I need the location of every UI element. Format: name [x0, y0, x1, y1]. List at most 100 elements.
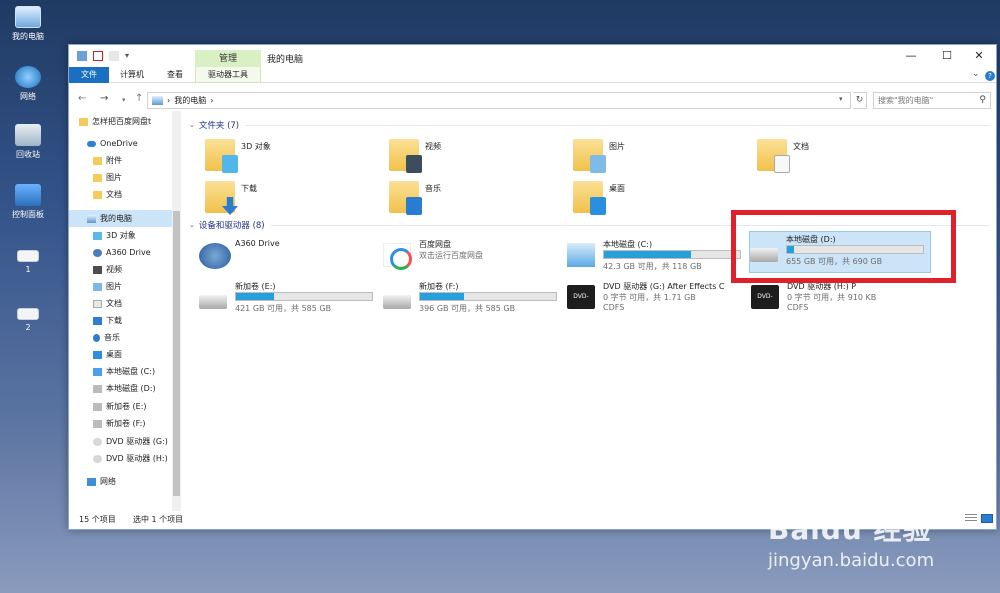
- folder-label: 图片: [609, 142, 625, 151]
- folder-icon: [79, 117, 88, 126]
- title-bar: ▾ 管理 我的电脑 — ☐ ✕: [69, 45, 996, 68]
- device-label: 新加卷 (E:): [235, 282, 276, 291]
- collapse-chevron-icon[interactable]: ⌄: [189, 221, 195, 229]
- customize-toolbar-icon[interactable]: ▾: [125, 51, 131, 61]
- nav-item-label: 本地磁盘 (C:): [106, 367, 156, 376]
- breadcrumb-separator: ›: [167, 96, 171, 105]
- folder-3d-objects[interactable]: 3D 对象: [205, 139, 365, 177]
- desktop-icon-1[interactable]: 1: [0, 250, 56, 274]
- properties-icon[interactable]: [77, 51, 87, 61]
- device-dvd-h[interactable]: DVD-ROM DVD 驱动器 (H:) P 0 字节 可用，共 910 KB …: [751, 279, 927, 324]
- device-a360-drive[interactable]: A360 Drive: [199, 237, 375, 279]
- recent-locations-icon[interactable]: ▾: [122, 96, 126, 104]
- desktop-icon-label: 回收站: [16, 150, 40, 159]
- close-button[interactable]: ✕: [969, 49, 989, 62]
- folder-downloads[interactable]: 下载: [205, 181, 365, 219]
- music-note-icon: [93, 333, 100, 342]
- context-tab-manage[interactable]: 管理: [195, 50, 261, 68]
- address-bar-row: ← → ▾ ↑ › 我的电脑 › ▾ ↻ 搜索"我的电脑" ⚲: [69, 91, 996, 111]
- refresh-button[interactable]: ↻: [853, 92, 867, 109]
- collapse-chevron-icon[interactable]: ⌄: [189, 121, 195, 129]
- device-drive-c[interactable]: 本地磁盘 (C:) 42.3 GB 可用，共 118 GB: [567, 237, 743, 279]
- download-icon: [93, 316, 102, 325]
- folder-music[interactable]: 音乐: [389, 181, 549, 219]
- device-drive-f[interactable]: 新加卷 (F:) 396 GB 可用，共 585 GB: [383, 279, 559, 321]
- dvd-drive-icon: [93, 454, 102, 463]
- device-status: 双击运行百度网盘: [419, 251, 483, 260]
- desktop-icon-network[interactable]: 网络: [0, 66, 56, 102]
- tiles-view-icon[interactable]: [981, 514, 993, 523]
- baidu-netdisk-icon: [383, 243, 412, 270]
- device-status: 0 字节 可用，共 910 KB: [787, 293, 877, 302]
- address-bar[interactable]: › 我的电脑 ›: [147, 92, 851, 109]
- desktop-icon-2[interactable]: 2: [0, 308, 56, 332]
- nav-item-label: 下载: [106, 316, 122, 325]
- device-status: 0 字节 可用，共 1.71 GB: [603, 293, 696, 302]
- content-pane: ⌄ 文件夹 (7) 3D 对象 视频 图片 文档 下载 音乐 桌面 ⌄ 设备和驱…: [181, 111, 997, 511]
- folder-icon: [93, 156, 102, 165]
- hard-drive-icon: [93, 419, 102, 428]
- capacity-fill: [604, 251, 692, 258]
- folder-videos[interactable]: 视频: [389, 139, 549, 177]
- nav-item-label: 本地磁盘 (D:): [106, 384, 156, 393]
- expand-ribbon-icon[interactable]: ⌄: [972, 69, 980, 79]
- item-count: 15 个项目: [79, 515, 116, 524]
- folder-documents[interactable]: 文档: [757, 139, 917, 177]
- tab-computer[interactable]: 计算机: [115, 67, 149, 83]
- recycle-bin-icon: [15, 124, 41, 146]
- divider: [245, 124, 989, 126]
- back-arrow-icon[interactable]: ←: [78, 93, 86, 104]
- tab-view[interactable]: 查看: [161, 67, 189, 83]
- breadcrumb-my-computer[interactable]: 我的电脑: [174, 95, 206, 106]
- desktop-icon-my-computer[interactable]: 我的电脑: [0, 6, 56, 42]
- device-filesystem: CDFS: [787, 303, 809, 312]
- device-dvd-g[interactable]: DVD-ROM DVD 驱动器 (G:) After Effects C 0 字…: [567, 279, 743, 324]
- folder-pictures[interactable]: 图片: [573, 139, 733, 177]
- nav-item-label: DVD 驱动器 (H:): [106, 454, 168, 463]
- device-filesystem: CDFS: [603, 303, 625, 312]
- annotation-highlight-box: [731, 210, 956, 283]
- address-dropdown-icon[interactable]: ▾: [839, 95, 843, 103]
- tab-file[interactable]: 文件: [69, 67, 109, 83]
- desktop-icon-recycle-bin[interactable]: 回收站: [0, 124, 56, 160]
- watermark-brand: Baidu 经验: [768, 513, 932, 546]
- hard-drive-icon: [93, 384, 102, 393]
- forward-arrow-icon[interactable]: →: [100, 93, 108, 104]
- minimize-button[interactable]: —: [901, 49, 921, 62]
- desktop-icon-label: 1: [25, 265, 31, 274]
- folder-label: 3D 对象: [241, 142, 271, 151]
- a360-icon: [93, 248, 102, 257]
- folder-label: 桌面: [609, 184, 625, 193]
- nav-item-label: 桌面: [106, 350, 122, 359]
- folder-desktop[interactable]: 桌面: [573, 181, 733, 219]
- details-view-icon[interactable]: [965, 514, 977, 523]
- group-header-label: 设备和驱动器 (8): [198, 221, 265, 231]
- network-icon: [87, 477, 96, 486]
- cube-icon: [222, 155, 238, 173]
- desktop-icon-control-panel[interactable]: 控制面板: [0, 184, 56, 220]
- picture-icon: [590, 155, 606, 173]
- watermark-url: jingyan.baidu.com: [768, 550, 935, 571]
- scrollbar-thumb[interactable]: [173, 211, 180, 496]
- help-icon[interactable]: ?: [985, 71, 995, 81]
- search-input[interactable]: 搜索"我的电脑" ⚲: [873, 92, 991, 109]
- nav-scrollbar[interactable]: [172, 111, 181, 511]
- folder-label: 音乐: [425, 184, 441, 193]
- folder-icon: [389, 139, 422, 173]
- quick-access-toolbar: ▾: [77, 51, 131, 61]
- nav-item-my-computer[interactable]: 我的电脑: [69, 210, 172, 227]
- hard-drive-icon: [383, 295, 411, 309]
- desktop-icon-label: 我的电脑: [12, 32, 44, 41]
- group-header-folders[interactable]: ⌄ 文件夹 (7): [189, 119, 989, 131]
- maximize-button[interactable]: ☐: [937, 49, 957, 62]
- device-drive-e[interactable]: 新加卷 (E:) 421 GB 可用，共 585 GB: [199, 279, 375, 321]
- capacity-fill: [236, 293, 275, 300]
- checkmark-icon[interactable]: [93, 51, 103, 61]
- up-arrow-icon[interactable]: ↑: [135, 93, 143, 104]
- nav-item-label: 3D 对象: [106, 231, 136, 240]
- nav-item-pinned-folder[interactable]: 怎样把百度网盘t: [79, 113, 181, 130]
- new-folder-icon[interactable]: [109, 51, 119, 61]
- device-baidu-netdisk[interactable]: 百度网盘 双击运行百度网盘: [383, 237, 559, 279]
- group-header-label: 文件夹 (7): [198, 121, 240, 131]
- tab-drive-tools[interactable]: 驱动器工具: [195, 67, 261, 83]
